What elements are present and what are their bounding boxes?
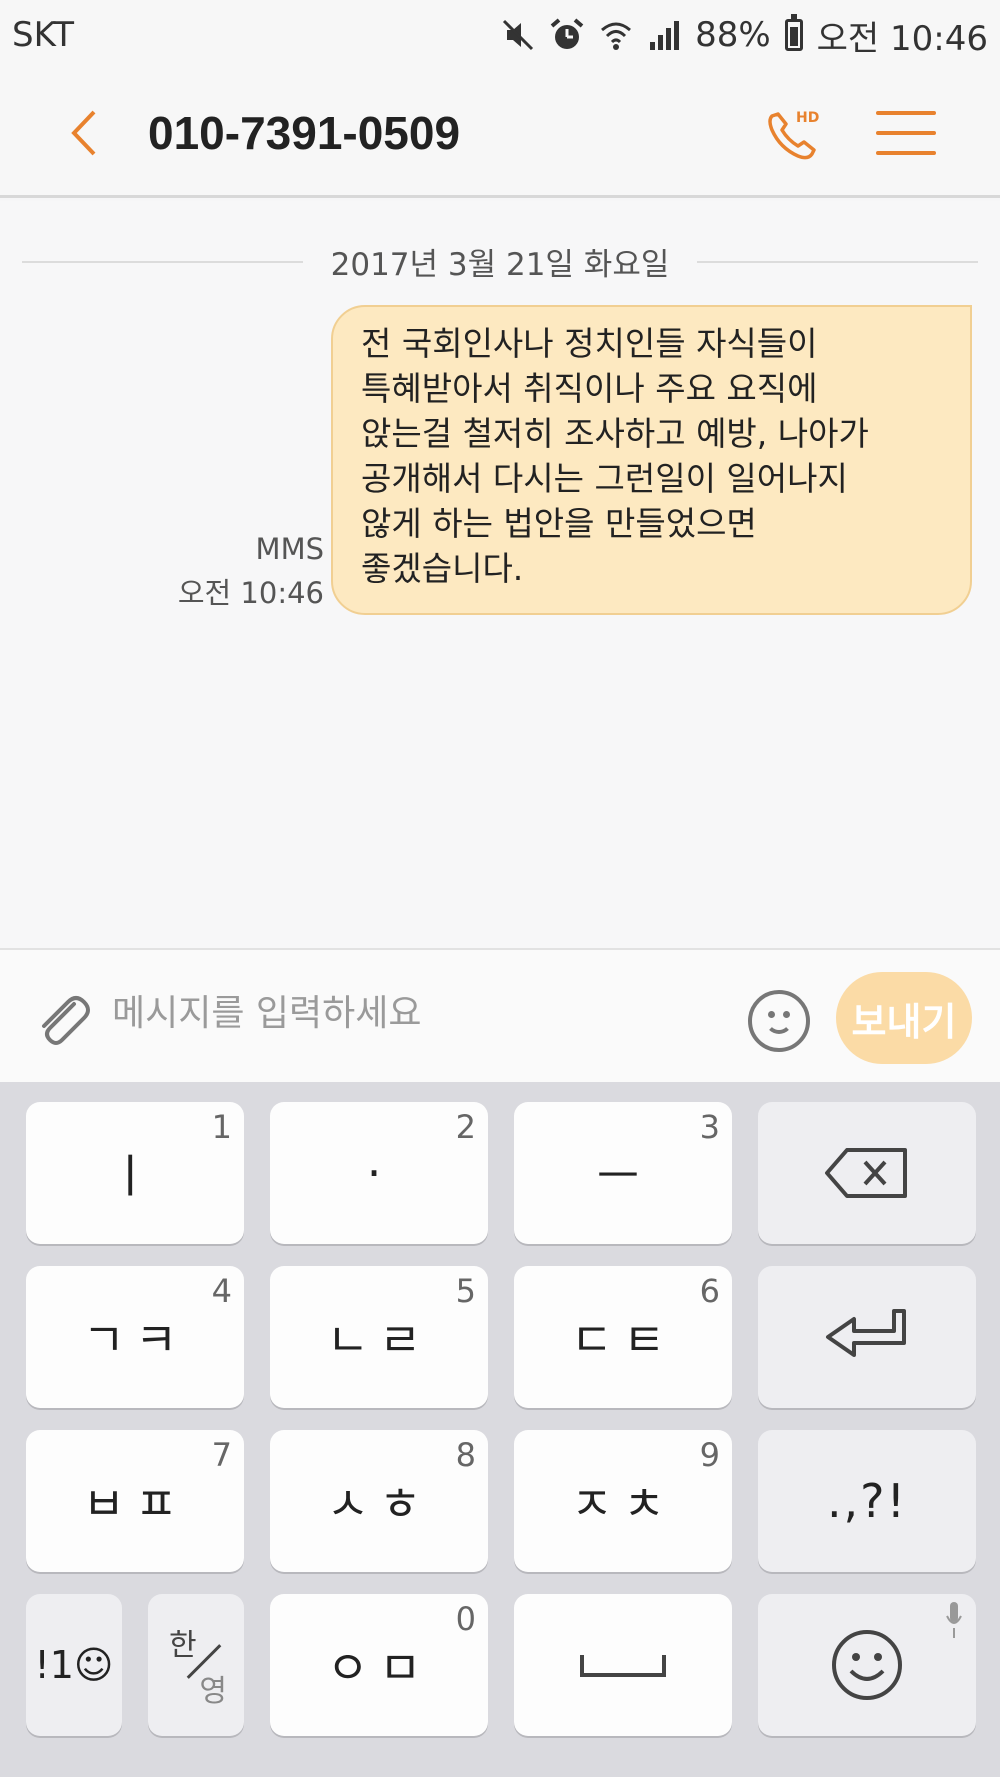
message-line: 좋겠습니다. <box>361 549 524 588</box>
emoji-button[interactable] <box>748 990 810 1052</box>
key-number: 4 <box>211 1272 232 1310</box>
language-toggle-key[interactable]: 한 영 <box>148 1594 244 1736</box>
young-label: 영 <box>199 1674 227 1709</box>
han-young-glyph: 한 영 <box>161 1620 231 1710</box>
backspace-key[interactable] <box>758 1102 976 1244</box>
han-label: 한 <box>169 1628 197 1663</box>
key-dot[interactable]: · 2 <box>270 1102 488 1244</box>
key-number: 7 <box>211 1436 232 1474</box>
key-number: 6 <box>699 1272 720 1310</box>
mic-icon <box>946 1602 962 1638</box>
key-label: · <box>366 1146 392 1200</box>
compose-bar: 메시지를 입력하세요 보내기 <box>0 948 1000 1082</box>
enter-icon <box>826 1309 906 1357</box>
key-j-ch[interactable]: ㅈㅊ 9 <box>514 1430 732 1572</box>
key-label: ㅈㅊ <box>570 1477 676 1531</box>
key-label: .,?! <box>826 1474 908 1528</box>
message-meta: MMS 오전 10:46 <box>178 527 324 615</box>
key-number: 8 <box>455 1436 476 1474</box>
menu-line <box>876 150 936 155</box>
key-number: 3 <box>699 1108 720 1146</box>
status-icons: 88% 오전 10:46 <box>501 11 988 60</box>
signal-icon <box>650 21 680 50</box>
key-label: ㅡ <box>596 1149 650 1203</box>
clock: 오전 10:46 <box>816 18 988 59</box>
keyboard: ㅣ 1 · 2 ㅡ 3 ㄱㅋ 4 ㄴㄹ 5 ㄷㅌ 6 ㅂㅍ 7 ㅅㅎ 8 ㅈㅊ … <box>0 1082 1000 1777</box>
status-bar: SKT 88% 오전 10:46 <box>0 0 1000 70</box>
key-number: 1 <box>211 1108 232 1146</box>
key-number: 5 <box>455 1272 476 1310</box>
key-label: ㄱㅋ <box>82 1313 188 1367</box>
key-g-k[interactable]: ㄱㅋ 4 <box>26 1266 244 1408</box>
symbols-key[interactable]: !1☺ <box>26 1594 122 1736</box>
message-time: 오전 10:46 <box>177 576 324 610</box>
battery-icon <box>784 14 803 51</box>
key-label: ㅣ <box>108 1149 162 1203</box>
alarm-icon <box>550 18 584 49</box>
message-line: 앉는걸 철저히 조사하고 예방, 나아가 <box>361 414 869 453</box>
divider <box>22 260 303 263</box>
key-n-r[interactable]: ㄴㄹ 5 <box>270 1266 488 1408</box>
chevron-left-icon <box>71 110 96 155</box>
sent-message-bubble[interactable]: 전 국회인사나 정치인들 자식들이 특혜받아서 취직이나 주요 요직에 앉는걸 … <box>331 305 972 615</box>
contact-title: 010-7391-0509 <box>148 106 461 159</box>
message-input[interactable]: 메시지를 입력하세요 <box>112 984 422 1036</box>
svg-text:HD: HD <box>796 110 819 126</box>
key-s-h[interactable]: ㅅㅎ 8 <box>270 1430 488 1572</box>
carrier-label: SKT <box>12 15 75 55</box>
date-separator: 2017년 3월 21일 화요일 <box>22 239 978 284</box>
backspace-icon <box>825 1148 907 1198</box>
key-number: 0 <box>455 1600 476 1638</box>
back-button[interactable] <box>68 103 148 163</box>
key-label: !1☺ <box>34 1643 114 1687</box>
phone-hd-icon: HD <box>768 110 819 159</box>
key-number: 2 <box>455 1108 476 1146</box>
date-label: 2017년 3월 21일 화요일 <box>330 247 670 283</box>
key-label: ㅂㅍ <box>82 1477 188 1531</box>
message-line: 전 국회인사나 정치인들 자식들이 <box>361 324 818 363</box>
key-label: ㅅㅎ <box>326 1477 432 1531</box>
space-icon <box>580 1655 666 1677</box>
wifi-icon <box>601 22 632 50</box>
enter-key[interactable] <box>758 1266 976 1408</box>
message-line: 않게 하는 법안을 만들었으면 <box>361 504 757 543</box>
space-key[interactable] <box>514 1594 732 1736</box>
key-o-m[interactable]: ㅇㅁ 0 <box>270 1594 488 1736</box>
divider <box>697 260 978 263</box>
key-d-t[interactable]: ㄷㅌ 6 <box>514 1266 732 1408</box>
emoji-key[interactable] <box>758 1594 976 1736</box>
message-list[interactable]: 2017년 3월 21일 화요일 MMS 오전 10:46 전 국회인사나 정치… <box>0 201 1000 948</box>
punctuation-key[interactable]: .,?! <box>758 1430 976 1572</box>
hd-call-button[interactable]: HD <box>758 98 828 168</box>
key-eu[interactable]: ㅡ 3 <box>514 1102 732 1244</box>
key-number: 9 <box>699 1436 720 1474</box>
key-label: ㅇㅁ <box>326 1641 432 1695</box>
conversation-header: 010-7391-0509 HD <box>0 70 1000 198</box>
menu-line <box>876 110 936 115</box>
key-label: ㄴㄹ <box>326 1313 432 1367</box>
battery-percent: 88% <box>695 15 771 55</box>
message-line: 특혜받아서 취직이나 주요 요직에 <box>361 369 818 408</box>
message-line: 공개해서 다시는 그런일이 일어나지 <box>361 459 848 498</box>
emoji-mouth <box>765 1016 793 1034</box>
menu-button[interactable] <box>876 103 936 163</box>
smiley-icon <box>832 1630 902 1700</box>
message-type: MMS <box>255 532 324 566</box>
key-b-p[interactable]: ㅂㅍ 7 <box>26 1430 244 1572</box>
key-label: ㄷㅌ <box>570 1313 676 1367</box>
send-button[interactable]: 보내기 <box>836 972 972 1064</box>
attach-icon[interactable] <box>30 986 94 1050</box>
menu-line <box>876 130 936 135</box>
key-i[interactable]: ㅣ 1 <box>26 1102 244 1244</box>
mute-icon <box>503 19 534 51</box>
